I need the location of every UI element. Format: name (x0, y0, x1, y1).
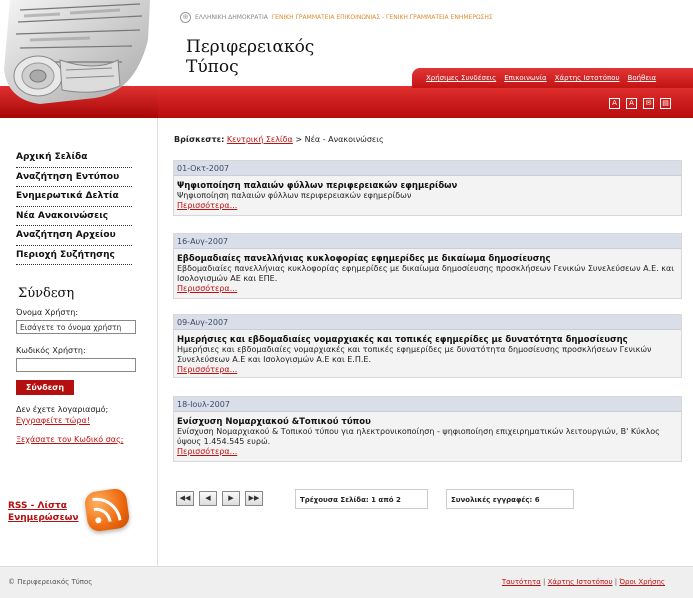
forgot-password-link[interactable]: Ξεχάσατε τον Κωδικό σας; (16, 435, 123, 444)
breadcrumb-home-link[interactable]: Κεντρική Σελίδα (227, 135, 293, 144)
news-more-link[interactable]: Περισσότερα... (174, 447, 681, 457)
sidebar-menu: Αρχική Σελίδα Αναζήτηση Εντύπου Ενημερωτ… (16, 148, 132, 265)
news-title[interactable]: Ημερήσιες και εβδομαδιαίες νομαρχιακές κ… (174, 330, 681, 345)
site-title: Περιφερειακός Τύπος (186, 37, 314, 77)
next-page-button[interactable]: ▶ (222, 491, 240, 506)
news-item: 01-Οκτ-2007 Ψηφιοποίηση παλαιών φύλλων π… (173, 160, 682, 216)
no-account-text: Δεν έχετε λογαριασμό; (16, 405, 109, 414)
menu-item-search-publication[interactable]: Αναζήτηση Εντύπου (16, 168, 132, 187)
login-button[interactable]: Σύνδεση (16, 380, 74, 395)
main-content: Βρίσκεστε: Κεντρική Σελίδα > Νέα - Ανακο… (158, 118, 693, 566)
rss-link-line1: RSS - Λίστα (8, 501, 67, 511)
news-item: 09-Αυγ-2007 Ημερήσιες και εβδομαδιαίες ν… (173, 314, 682, 378)
site-title-line2: Τύπος (186, 57, 239, 77)
footer-sitemap-link[interactable]: Χάρτης Ιστοτόπου (548, 578, 613, 586)
print-icon[interactable]: ▤ (660, 98, 671, 109)
news-date: 09-Αυγ-2007 (174, 315, 681, 330)
text-size-icon[interactable]: A (609, 98, 620, 109)
news-item: 18-Ιουλ-2007 Ενίσχυση Νομαρχιακού &Τοπικ… (173, 396, 682, 462)
password-input[interactable] (16, 358, 136, 372)
news-description: Ψηφιοποίηση παλαιών φύλλων περιφερειακών… (177, 191, 412, 200)
top-navigation: Χρήσιμες Συνδέσεις Επικοινωνία Χάρτης Ισ… (412, 68, 693, 88)
news-more-link[interactable]: Περισσότερα... (174, 284, 681, 294)
total-records-info: Συνολικές εγγραφές: 6 (446, 489, 574, 509)
previous-page-button[interactable]: ◀ (199, 491, 217, 506)
username-input[interactable] (16, 320, 136, 334)
footer-terms-link[interactable]: Όροι Χρήσης (619, 578, 665, 586)
news-title[interactable]: Εβδομαδιαίες πανελλήνιας κυκλοφορίας εφη… (174, 249, 681, 264)
first-page-button[interactable]: ◀◀ (176, 491, 194, 506)
secretariats-name: ΓΕΝΙΚΗ ΓΡΑΜΜΑΤΕΙΑ ΕΠΙΚΟΙΝΩΝΙΑΣ - ΓΕΝΙΚΗ … (271, 13, 493, 21)
rss-link-line2: Ενημερώσεων (8, 513, 79, 523)
ministry-name: ΕΛΛΗΝΙΚΗ ΔΗΜΟΚΡΑΤΙΑ (195, 13, 268, 21)
greek-seal-icon: ⊕ (180, 11, 191, 23)
sitemap-link[interactable]: Χάρτης Ιστοτόπου (555, 74, 620, 82)
username-label: Όνομα Χρήστη: (16, 308, 79, 317)
sidebar: Αρχική Σελίδα Αναζήτηση Εντύπου Ενημερωτ… (0, 118, 158, 566)
footer: © Περιφερειακός Τύπος Ταυτότητα | Χάρτης… (0, 566, 693, 598)
tools-bar: A A ✉ ▤ (609, 98, 671, 109)
password-label: Κωδικός Χρήστη: (16, 346, 86, 355)
breadcrumb-current: > Νέα - Ανακοινώσεις (295, 135, 384, 144)
rss-icon[interactable] (83, 487, 131, 533)
copyright: © Περιφερειακός Τύπος (8, 578, 93, 586)
footer-links: Ταυτότητα | Χάρτης Ιστοτόπου | Όροι Χρήσ… (501, 578, 665, 586)
menu-item-search-archive[interactable]: Αναζήτηση Αρχείου (16, 226, 132, 246)
useful-links-link[interactable]: Χρήσιμες Συνδέσεις (426, 74, 496, 82)
menu-item-home[interactable]: Αρχική Σελίδα (16, 148, 132, 168)
news-description: Εβδομαδιαίες πανελλήνιας κυκλοφορίας εφη… (177, 264, 674, 283)
news-more-link[interactable]: Περισσότερα... (174, 201, 681, 211)
pager: ◀◀ ◀ ▶ ▶▶ (176, 491, 263, 506)
register-link[interactable]: Εγγραφείτε τώρα! (16, 416, 90, 425)
menu-item-announcements[interactable]: Νέα Ανακοινώσεις (16, 207, 132, 226)
news-date: 18-Ιουλ-2007 (174, 397, 681, 412)
news-description: Ενίσχυση Νομαρχιακού & Τοπικού τύπου για… (177, 427, 660, 446)
breadcrumb-label: Βρίσκεστε: (174, 135, 225, 144)
footer-identity-link[interactable]: Ταυτότητα (502, 578, 541, 586)
text-size-large-icon[interactable]: A (626, 98, 637, 109)
header: ⊕ ΕΛΛΗΝΙΚΗ ΔΗΜΟΚΡΑΤΙΑ ΓΕΝΙΚΗ ΓΡΑΜΜΑΤΕΙΑ … (0, 0, 693, 118)
menu-item-newsletters[interactable]: Ενημερωτικά Δελτία (16, 187, 132, 207)
ministry-bar: ⊕ ΕΛΛΗΝΙΚΗ ΔΗΜΟΚΡΑΤΙΑ ΓΕΝΙΚΗ ΓΡΑΜΜΑΤΕΙΑ … (180, 10, 493, 24)
email-icon[interactable]: ✉ (643, 98, 654, 109)
breadcrumb: Βρίσκεστε: Κεντρική Σελίδα > Νέα - Ανακο… (174, 135, 384, 144)
news-title[interactable]: Ψηφιοποίηση παλαιών φύλλων περιφερειακών… (174, 176, 681, 191)
rss-link[interactable]: RSS - Λίστα Ενημερώσεων (8, 500, 79, 524)
site-title-line1: Περιφερειακός (186, 37, 315, 57)
newspaper-roll-image (0, 0, 158, 118)
help-link[interactable]: Βοήθεια (628, 74, 657, 82)
news-date: 01-Οκτ-2007 (174, 161, 681, 176)
contact-link[interactable]: Επικοινωνία (504, 74, 546, 82)
last-page-button[interactable]: ▶▶ (245, 491, 263, 506)
menu-item-discussion[interactable]: Περιοχή Συζήτησης (16, 246, 132, 265)
login-title: Σύνδεση (18, 286, 75, 301)
current-page-info: Τρέχουσα Σελίδα: 1 από 2 (295, 489, 428, 509)
news-description: Ημερήσιες και εβδομαδιαίες νομαρχιακές κ… (177, 345, 652, 364)
news-more-link[interactable]: Περισσότερα... (174, 365, 681, 375)
news-item: 16-Αυγ-2007 Εβδομαδιαίες πανελλήνιας κυκ… (173, 233, 682, 299)
news-title[interactable]: Ενίσχυση Νομαρχιακού &Τοπικού τύπου (174, 412, 681, 427)
news-date: 16-Αυγ-2007 (174, 234, 681, 249)
